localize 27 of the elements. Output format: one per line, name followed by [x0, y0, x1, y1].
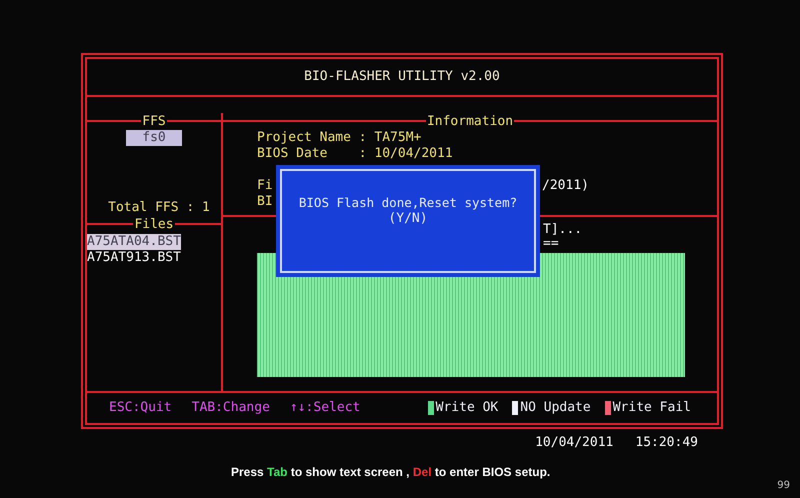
total-ffs-label: Total FFS : 1 — [108, 200, 210, 216]
files-heading: Files — [133, 218, 175, 230]
status-date: 10/04/2011 — [535, 434, 614, 452]
progress-text: == — [543, 237, 559, 251]
ffs-heading: FFS — [141, 114, 167, 128]
progress-text: T]... — [543, 223, 582, 237]
information-heading: Information — [426, 114, 514, 128]
dialog-prompt: (Y/N) — [388, 211, 428, 227]
legend-label: Write Fail — [612, 399, 691, 418]
info-line: BI — [257, 194, 273, 210]
key-hint: ESC:Quit — [109, 399, 172, 418]
key-hint: ↑↓:Select — [290, 399, 360, 418]
info-line-fragment: /2011) — [542, 178, 589, 194]
info-line: BIOS Date : 10/04/2011 — [257, 146, 453, 162]
corner-number: 99 — [777, 478, 790, 492]
legend-label: Write OK — [436, 399, 498, 418]
file-item[interactable]: A75ATA04.BST — [87, 234, 181, 250]
footer-message: Press Tab to show text screen , Del to enter BIOS setup. — [231, 464, 550, 480]
window-title: BIO-FLASHER UTILITY v2.00 — [304, 68, 500, 86]
info-line: Project Name : TA75M+ — [257, 130, 422, 146]
dialog-message: BIOS Flash done,Reset system? — [298, 195, 518, 211]
status-time: 15:20:49 — [635, 434, 698, 452]
file-item[interactable]: A75AT913.BST — [87, 250, 181, 266]
info-line: Fi — [257, 178, 273, 194]
key-hint: TAB:Change — [192, 399, 270, 418]
legend-label: NO Update — [520, 399, 591, 418]
drive-item[interactable]: fs0 — [126, 130, 182, 146]
